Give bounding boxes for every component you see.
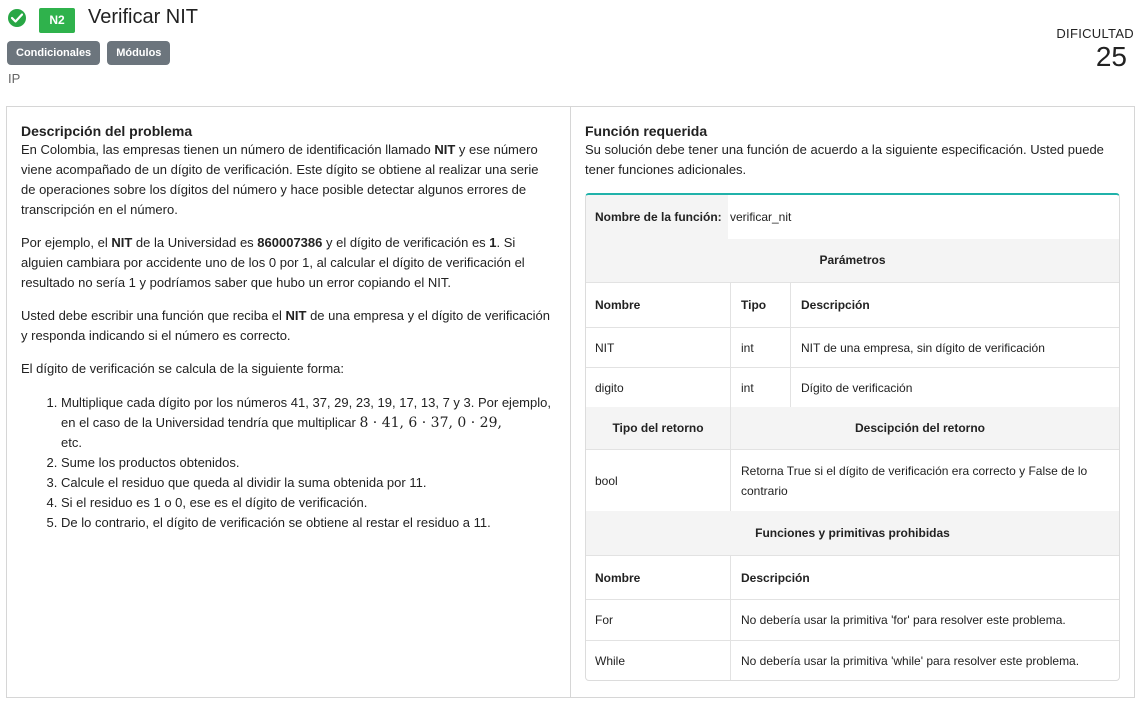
params-section-title: Parámetros [586,239,1119,282]
description-paragraph-3: Usted debe escribir una función que reci… [21,308,550,343]
params-header-row: Nombre Tipo Descripción [586,282,1119,327]
prohibited-header-row: Nombre Descripción [586,555,1119,599]
return-desc: Retorna True si el dígito de verificació… [730,450,1119,511]
table-row: NIT int NIT de una empresa, sin dígito d… [586,327,1119,367]
return-desc-header: Descipción del retorno [730,407,1119,449]
content-panels: Descripción del problema En Colombia, la… [6,106,1135,698]
return-header-row: Tipo del retorno Descipción del retorno [586,407,1119,449]
list-item: De lo contrario, el dígito de verificaci… [61,513,556,533]
problem-category: IP [8,71,21,86]
column-header: Descripción [790,283,1119,327]
tag-condicionales[interactable]: Condicionales [7,41,101,65]
column-header: Descripción [730,556,1119,599]
function-name-row: Nombre de la función: verificar_nit [586,195,1119,239]
description-heading: Descripción del problema [21,123,193,139]
list-item: Multiplique cada dígito por los números … [61,393,556,453]
param-name: digito [595,380,624,395]
column-header: Nombre [595,298,641,312]
level-badge: N2 [39,8,75,33]
function-panel: Función requerida Su solución debe tener… [571,107,1134,697]
prohibited-name: For [595,613,613,627]
tag-list: Condicionales Módulos [7,41,171,65]
column-header: Nombre [595,570,641,585]
difficulty-value: 25 [1095,41,1127,72]
list-item: Sume los productos obtenidos. [61,453,556,473]
steps-list: Multiplique cada dígito por los números … [21,393,556,533]
solved-check-icon [8,9,26,27]
function-intro: Su solución debe tener una función de ac… [585,142,1104,177]
function-name-label: Nombre de la función: [586,195,728,239]
function-spec-table: Nombre de la función: verificar_nit Pará… [585,193,1120,681]
table-row: While No debería usar la primitiva 'whil… [586,640,1119,680]
function-name-value: verificar_nit [730,210,792,224]
description-paragraph-1: En Colombia, las empresas tienen un núme… [21,142,539,217]
function-heading: Función requerida [585,123,708,139]
param-desc: NIT de una empresa, sin dígito de verifi… [790,328,1119,367]
problem-header: N2 Verificar NIT Condicionales Módulos I… [0,0,1143,100]
difficulty-label: DIFICULTAD [1056,26,1134,41]
math-expression: 8 · 41, 6 · 37, 0 · 29, [359,415,502,431]
tag-modulos[interactable]: Módulos [107,41,171,65]
param-name: NIT [595,340,615,355]
return-type-header: Tipo del retorno [612,421,704,435]
table-row: For No debería usar la primitiva 'for' p… [586,599,1119,640]
list-item: Calcule el residuo que queda al dividir … [61,473,556,493]
list-item: Si el residuo es 1 o 0, ese es el dígito… [61,493,556,513]
return-type: bool [595,473,618,488]
param-desc: Dígito de verificación [790,368,1119,407]
description-paragraph-2: Por ejemplo, el NIT de la Universidad es… [21,235,525,290]
table-row: digito int Dígito de verificación [586,367,1119,407]
column-header: Tipo [730,283,790,327]
param-type: int [730,328,790,367]
prohibited-desc: No debería usar la primitiva 'while' par… [730,641,1119,680]
problem-title: Verificar NIT [88,6,199,28]
prohibited-desc: No debería usar la primitiva 'for' para … [730,600,1119,640]
description-panel: Descripción del problema En Colombia, la… [7,107,571,697]
return-row: bool Retorna True si el dígito de verifi… [586,449,1119,511]
prohibited-name: While [595,653,626,668]
param-type: int [730,368,790,407]
description-paragraph-4: El dígito de verificación se calcula de … [21,361,345,376]
prohibited-section-title: Funciones y primitivas prohibidas [586,511,1119,555]
